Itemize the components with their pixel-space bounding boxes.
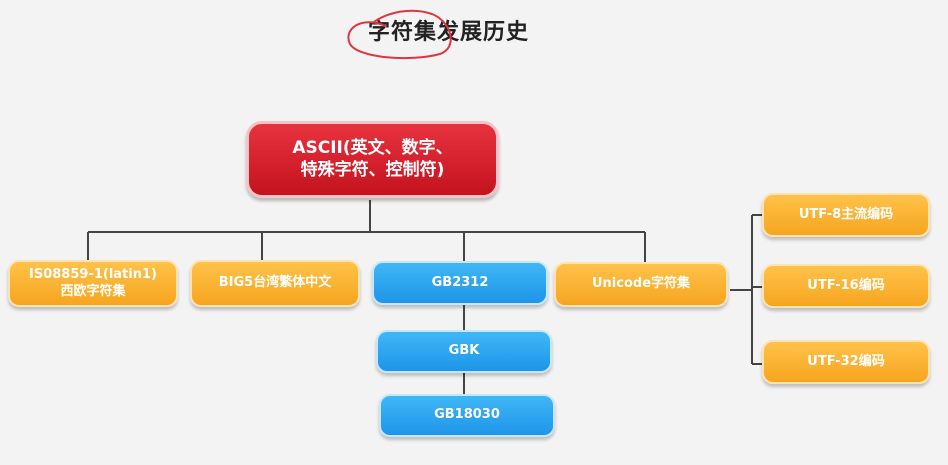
ascii-root-node: ASCII(英文、数字、 特殊字符、控制符) <box>246 121 499 198</box>
gbk-label: GBK <box>448 343 480 359</box>
gb2312-node: GB2312 <box>372 261 548 305</box>
utf32-node: UTF-32编码 <box>762 340 930 384</box>
diagram-canvas: 字符集发展历史 ASCII(英文、数字、 特殊字符、控制符) IS08859-1… <box>0 0 948 465</box>
iso8859-line1: IS08859-1(latin1) <box>29 267 157 283</box>
iso8859-node: IS08859-1(latin1) 西欧字符集 <box>8 260 178 307</box>
gb2312-label: GB2312 <box>431 274 489 290</box>
utf32-label: UTF-32编码 <box>807 353 885 369</box>
ascii-root-line2: 特殊字符、控制符) <box>300 159 445 180</box>
gbk-node: GBK <box>376 330 552 373</box>
unicode-label: Unicode字符集 <box>591 276 691 292</box>
gb18030-label: GB18030 <box>434 407 500 423</box>
gb18030-node: GB18030 <box>379 394 555 437</box>
utf16-node: UTF-16编码 <box>762 264 930 308</box>
page-title: 字符集发展历史 <box>368 20 530 45</box>
unicode-node: Unicode字符集 <box>554 262 728 307</box>
iso8859-line2: 西欧字符集 <box>60 283 126 299</box>
big5-label: BIG5台湾繁体中文 <box>218 275 332 291</box>
utf8-node: UTF-8主流编码 <box>762 193 930 237</box>
big5-node: BIG5台湾繁体中文 <box>190 260 360 307</box>
ascii-root-line1: ASCII(英文、数字、 <box>292 138 453 159</box>
utf16-label: UTF-16编码 <box>807 277 885 293</box>
utf8-label: UTF-8主流编码 <box>798 206 894 222</box>
